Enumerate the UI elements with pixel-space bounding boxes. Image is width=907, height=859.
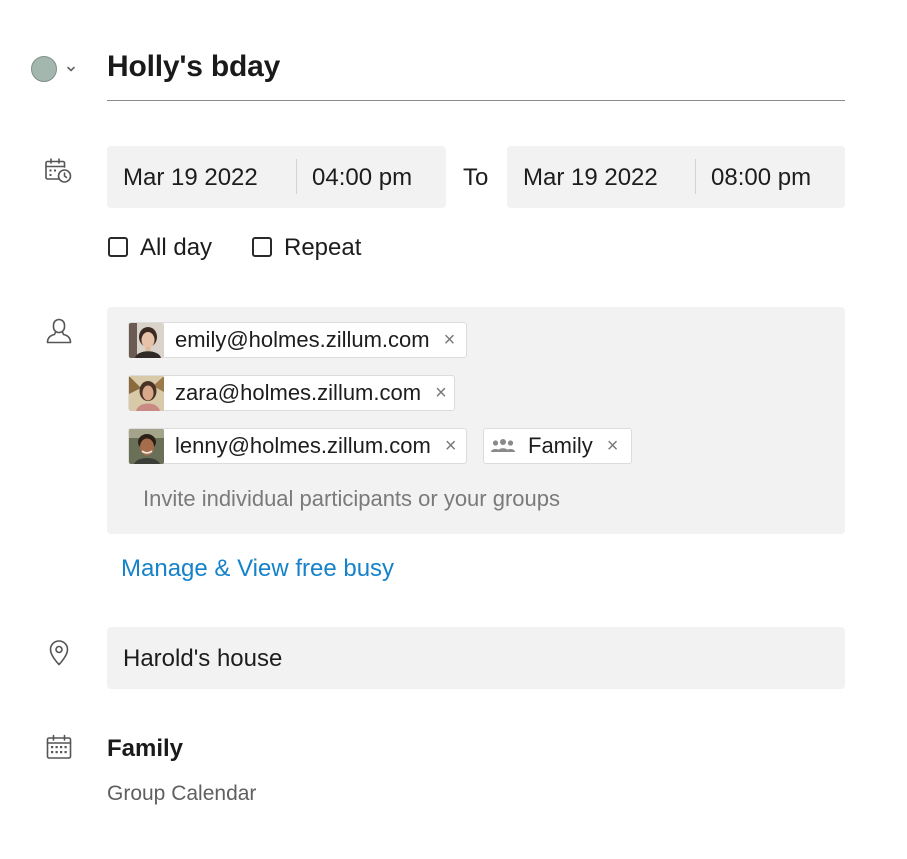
all-day-label[interactable]: All day — [140, 234, 212, 262]
group-chip: Family × — [483, 428, 632, 464]
avatar-emily — [129, 322, 164, 358]
group-name: Family — [528, 433, 593, 458]
event-editor: Holly's bday Mar 19 2022 04:00 pm To Mar… — [0, 0, 907, 859]
location-pin-icon — [49, 640, 69, 666]
end-time-input[interactable]: 08:00 pm — [711, 164, 811, 192]
remove-participant-button[interactable]: × — [444, 330, 456, 350]
group-icon — [491, 439, 515, 452]
divider — [296, 159, 297, 194]
title-underline — [107, 100, 845, 101]
all-day-checkbox[interactable] — [108, 237, 128, 257]
repeat-label[interactable]: Repeat — [284, 234, 361, 262]
location-input[interactable]: Harold's house — [123, 645, 282, 673]
calendar-icon — [46, 734, 72, 759]
to-label: To — [463, 164, 489, 191]
avatar-lenny — [129, 428, 164, 464]
invite-participants-input[interactable]: Invite individual participants or your g… — [143, 486, 560, 512]
chevron-down-icon[interactable] — [64, 62, 78, 76]
start-time-input[interactable]: 04:00 pm — [312, 164, 412, 192]
calendar-type: Group Calendar — [107, 782, 257, 805]
remove-group-button[interactable]: × — [607, 436, 619, 456]
remove-participant-button[interactable]: × — [445, 436, 457, 456]
participant-email: zara@holmes.zillum.com — [175, 380, 422, 405]
end-date-input[interactable]: Mar 19 2022 — [523, 164, 658, 192]
participant-email: emily@holmes.zillum.com — [175, 327, 430, 352]
person-icon — [46, 318, 72, 344]
avatar-zara — [129, 375, 164, 411]
repeat-checkbox[interactable] — [252, 237, 272, 257]
participant-chip: lenny@holmes.zillum.com × — [128, 428, 467, 464]
start-date-input[interactable]: Mar 19 2022 — [123, 164, 258, 192]
event-title-input[interactable]: Holly's bday — [107, 50, 280, 84]
participant-chip: zara@holmes.zillum.com × — [128, 375, 455, 411]
manage-free-busy-link[interactable]: Manage & View free busy — [121, 555, 394, 583]
event-color-swatch[interactable] — [31, 56, 57, 82]
participant-email: lenny@holmes.zillum.com — [175, 433, 431, 458]
calendar-clock-icon — [45, 158, 72, 183]
remove-participant-button[interactable]: × — [435, 383, 447, 403]
calendar-name[interactable]: Family — [107, 735, 183, 763]
divider — [695, 159, 696, 194]
participant-chip: emily@holmes.zillum.com × — [128, 322, 467, 358]
